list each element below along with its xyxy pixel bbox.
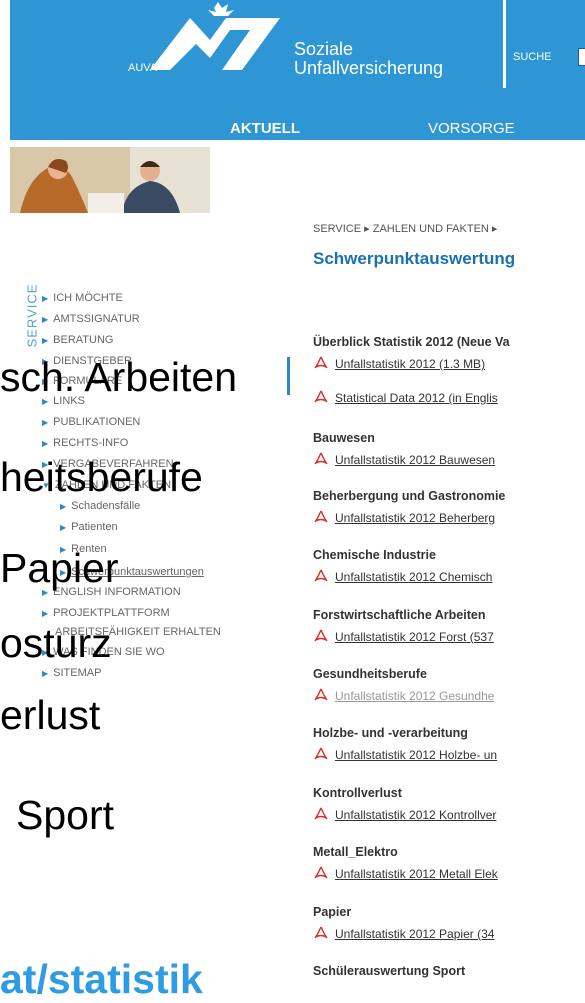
- overlay-text-line: Sport: [16, 792, 114, 838]
- section-heading: Kontrollverlust: [313, 786, 402, 800]
- sidebar-item-beratung[interactable]: ▶ BERATUNG: [42, 334, 113, 346]
- arrow-right-icon: ▶: [60, 502, 67, 511]
- service-vertical-label: SERVICE: [24, 268, 40, 364]
- pdf-link[interactable]: Unfallstatistik 2012 Beherberg: [313, 510, 495, 525]
- overlay-text-line: heitsberufe: [0, 454, 203, 500]
- pdf-link[interactable]: Unfallstatistik 2012 Forst (537: [313, 629, 494, 644]
- section-heading: Metall_Elektro: [313, 845, 398, 859]
- overlay-text-line: Papier: [0, 545, 119, 591]
- arrow-right-icon: ▶: [42, 418, 49, 427]
- pdf-icon: [314, 629, 328, 642]
- pdf-icon: [314, 747, 328, 760]
- brand-name: Soziale Unfallversicherung: [294, 40, 443, 78]
- logo-text: AUVA: [128, 62, 158, 74]
- nav-vorsorge[interactable]: VORSORGE: [428, 120, 515, 137]
- section-heading: Schülerauswertung Sport: [313, 964, 466, 978]
- pdf-icon: [314, 356, 328, 369]
- section-heading: Gesundheitsberufe: [313, 667, 427, 681]
- arrow-right-icon: ▶: [60, 523, 67, 532]
- text-cursor: [287, 357, 290, 395]
- section-heading: Papier: [313, 905, 352, 919]
- sidebar-item-label: Patienten: [71, 521, 118, 533]
- arrow-right-icon: ▶: [42, 294, 49, 303]
- site-header: AUVA Soziale Unfallversicherung SUCHE AK…: [10, 0, 585, 140]
- pdf-link[interactable]: Unfallstatistik 2012 Chemisch: [313, 569, 492, 584]
- arrow-right-icon: ▶: [42, 439, 49, 448]
- arrow-right-icon: ▶: [42, 315, 49, 324]
- sidebar-item-label: Schadensfälle: [71, 500, 141, 512]
- arrow-right-icon: ▶: [42, 336, 49, 345]
- sidebar-item-amtssignatur[interactable]: ▶ AMTSSIGNATUR: [42, 313, 140, 325]
- sidebar-item-rechts-info[interactable]: ▶ RECHTS-INFO: [42, 437, 128, 449]
- section-heading: Chemische Industrie: [313, 548, 436, 562]
- pdf-icon: [314, 390, 328, 403]
- header-divider: [503, 0, 506, 88]
- pdf-icon: [314, 452, 328, 465]
- pdf-link[interactable]: Unfallstatistik 2012 Bauwesen: [313, 452, 495, 467]
- section-heading: Holzbe- und -verarbeitung: [313, 726, 468, 740]
- pdf-icon: [314, 866, 328, 879]
- section-heading: Bauwesen: [313, 431, 375, 445]
- sidebar-item-projektplattform[interactable]: ▶ PROJEKTPLATTFORM: [42, 607, 170, 619]
- pdf-link[interactable]: Unfallstatistik 2012 Gesundhe: [313, 688, 494, 703]
- pdf-link[interactable]: Unfallstatistik 2012 Holzbe- un: [313, 747, 497, 762]
- sidebar-item-label: BERATUNG: [53, 334, 114, 346]
- pdf-icon: [314, 807, 328, 820]
- section-heading: Forstwirtschaftliche Arbeiten: [313, 608, 486, 622]
- pdf-icon: [314, 569, 328, 582]
- pdf-icon: [314, 926, 328, 939]
- arrow-right-icon: ▶: [42, 669, 49, 678]
- sidebar-item-publikationen[interactable]: ▶ PUBLIKATIONEN: [42, 416, 140, 428]
- section-heading: Überblick Statistik 2012 (Neue Va: [313, 335, 510, 349]
- overlay-url: at/statistik: [0, 956, 203, 1002]
- sidebar-subitem-patienten[interactable]: ▶ Patienten: [60, 521, 118, 533]
- pdf-link[interactable]: Unfallstatistik 2012 Papier (34: [313, 926, 494, 941]
- pdf-link[interactable]: Statistical Data 2012 (in Englis: [313, 390, 498, 405]
- overlay-text-line: sch. Arbeiten: [0, 354, 238, 400]
- pdf-link[interactable]: Unfallstatistik 2012 Metall Elek: [313, 866, 498, 881]
- nav-aktuell[interactable]: AKTUELL: [230, 120, 300, 137]
- brand-line-2: Unfallversicherung: [294, 58, 444, 78]
- search-input[interactable]: [578, 48, 585, 66]
- pdf-icon: [314, 688, 328, 701]
- sidebar-item-label: ICH MÖCHTE: [53, 292, 123, 304]
- search-label: SUCHE: [513, 51, 552, 63]
- sidebar-item-label: PROJEKTPLATTFORM: [53, 607, 170, 619]
- page-title: Schwerpunktauswertung: [313, 249, 516, 268]
- overlay-text-line: erlust: [0, 692, 101, 738]
- arrow-right-icon: ▶: [42, 609, 49, 618]
- header-photo: [10, 147, 210, 213]
- sidebar-item-label: PUBLIKATIONEN: [53, 416, 141, 428]
- pdf-link[interactable]: Unfallstatistik 2012 (1.3 MB): [313, 356, 485, 371]
- pdf-link[interactable]: Unfallstatistik 2012 Kontrollver: [313, 807, 496, 822]
- sidebar-item-ich-moechte[interactable]: ▶ ICH MÖCHTE: [42, 292, 123, 304]
- sidebar-item-label: RECHTS-INFO: [53, 437, 129, 449]
- sidebar-item-label: AMTSSIGNATUR: [53, 313, 140, 325]
- sidebar-item-sitemap[interactable]: ▶ SITEMAP: [42, 667, 101, 679]
- overlay-text-line: osturz: [0, 620, 112, 666]
- breadcrumb[interactable]: SERVICE ▸ ZAHLEN UND FAKTEN ▸: [313, 222, 497, 235]
- auva-logo[interactable]: [130, 0, 290, 90]
- pdf-icon: [314, 510, 328, 523]
- sidebar-subitem-schadensfaelle[interactable]: ▶ Schadensfälle: [60, 500, 140, 512]
- service-vertical-text: SERVICE: [24, 283, 40, 348]
- section-heading: Beherbergung und Gastronomie: [313, 489, 506, 503]
- brand-line-1: Soziale: [294, 39, 354, 59]
- sidebar-item-label: SITEMAP: [53, 667, 102, 679]
